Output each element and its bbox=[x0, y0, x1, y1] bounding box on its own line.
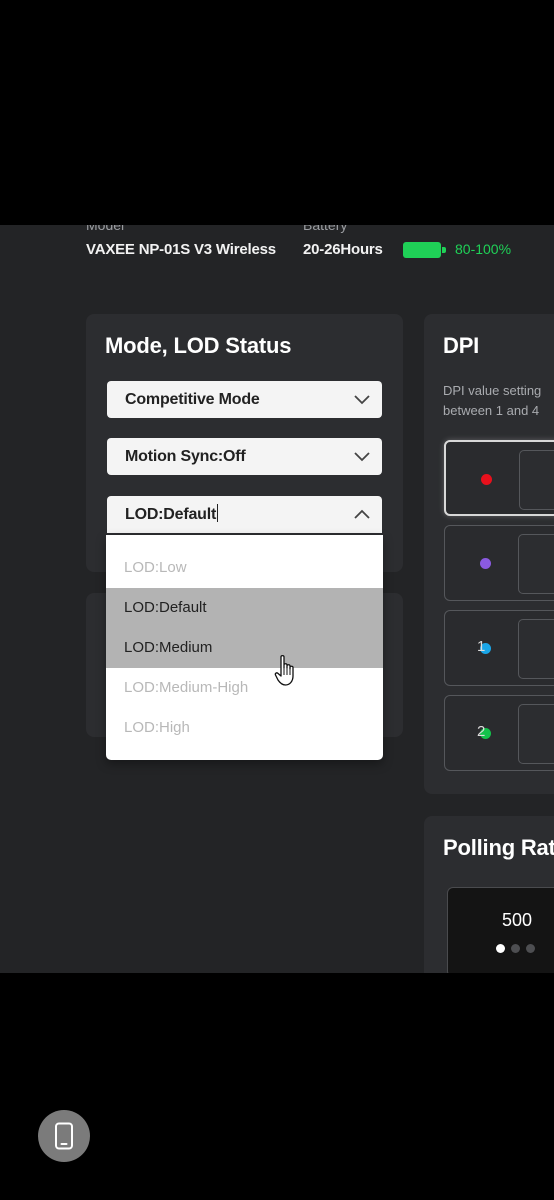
dpi-stage-4-value: 2 bbox=[477, 723, 486, 740]
model-label: Model bbox=[86, 225, 125, 233]
lod-select[interactable]: LOD:Default bbox=[107, 496, 382, 533]
lod-option-medium-high[interactable]: LOD:Medium-High bbox=[106, 668, 383, 708]
dpi-color-dot-purple bbox=[480, 558, 491, 569]
pager-dot[interactable] bbox=[526, 944, 535, 953]
dpi-value-input[interactable] bbox=[518, 704, 554, 764]
chevron-down-icon bbox=[354, 452, 370, 462]
dpi-description-line1: DPI value setting bbox=[443, 383, 542, 398]
pager-dot[interactable] bbox=[511, 944, 520, 953]
model-value: VAXEE NP-01S V3 Wireless bbox=[86, 241, 276, 258]
motion-sync-select-value: Motion Sync:Off bbox=[125, 448, 246, 465]
polling-rate-value: 500 bbox=[502, 910, 533, 930]
dpi-card-title: DPI bbox=[443, 333, 480, 358]
dpi-description-line2: between 1 and 4 bbox=[443, 403, 540, 418]
polling-rate-selector[interactable]: 500 bbox=[447, 887, 554, 973]
lod-option-low[interactable]: LOD:Low bbox=[106, 548, 383, 588]
battery-label: Battery bbox=[303, 225, 348, 233]
lod-option-high[interactable]: LOD:High bbox=[106, 708, 383, 748]
lod-option-default[interactable]: LOD:Default bbox=[106, 588, 383, 628]
dpi-value-input[interactable] bbox=[518, 619, 554, 679]
mode-select-value: Competitive Mode bbox=[125, 391, 260, 408]
dpi-value-input[interactable] bbox=[519, 450, 554, 510]
text-caret bbox=[217, 504, 219, 522]
dpi-stage-4[interactable] bbox=[444, 695, 554, 771]
lod-select-value[interactable]: LOD:Default bbox=[125, 506, 216, 523]
dpi-stage-3[interactable] bbox=[444, 610, 554, 686]
dpi-stage-2[interactable] bbox=[444, 525, 554, 601]
phone-overlay-button[interactable] bbox=[38, 1110, 90, 1162]
motion-sync-select[interactable]: Motion Sync:Off bbox=[107, 438, 382, 475]
dpi-stage-3-value: 1 bbox=[477, 638, 486, 655]
mode-select[interactable]: Competitive Mode bbox=[107, 381, 382, 418]
lod-option-medium[interactable]: LOD:Medium bbox=[106, 628, 383, 668]
battery-percent: 80-100% bbox=[455, 241, 512, 257]
mode-card-title: Mode, LOD Status bbox=[105, 333, 292, 358]
phone-icon bbox=[55, 1122, 73, 1150]
lod-dropdown-menu: LOD:Low LOD:Default LOD:Medium LOD:Mediu… bbox=[106, 535, 383, 760]
dpi-value-input[interactable] bbox=[518, 534, 554, 594]
dpi-color-dot-red bbox=[481, 474, 492, 485]
polling-rate-title: Polling Rat bbox=[443, 835, 554, 860]
battery-life: 20-26Hours bbox=[303, 241, 383, 258]
pager-dot-active[interactable] bbox=[496, 944, 505, 953]
battery-icon bbox=[403, 242, 446, 258]
chevron-up-icon bbox=[354, 509, 370, 519]
hand-cursor-icon bbox=[274, 655, 294, 686]
dpi-stage-1[interactable] bbox=[444, 440, 554, 516]
chevron-down-icon bbox=[354, 395, 370, 405]
